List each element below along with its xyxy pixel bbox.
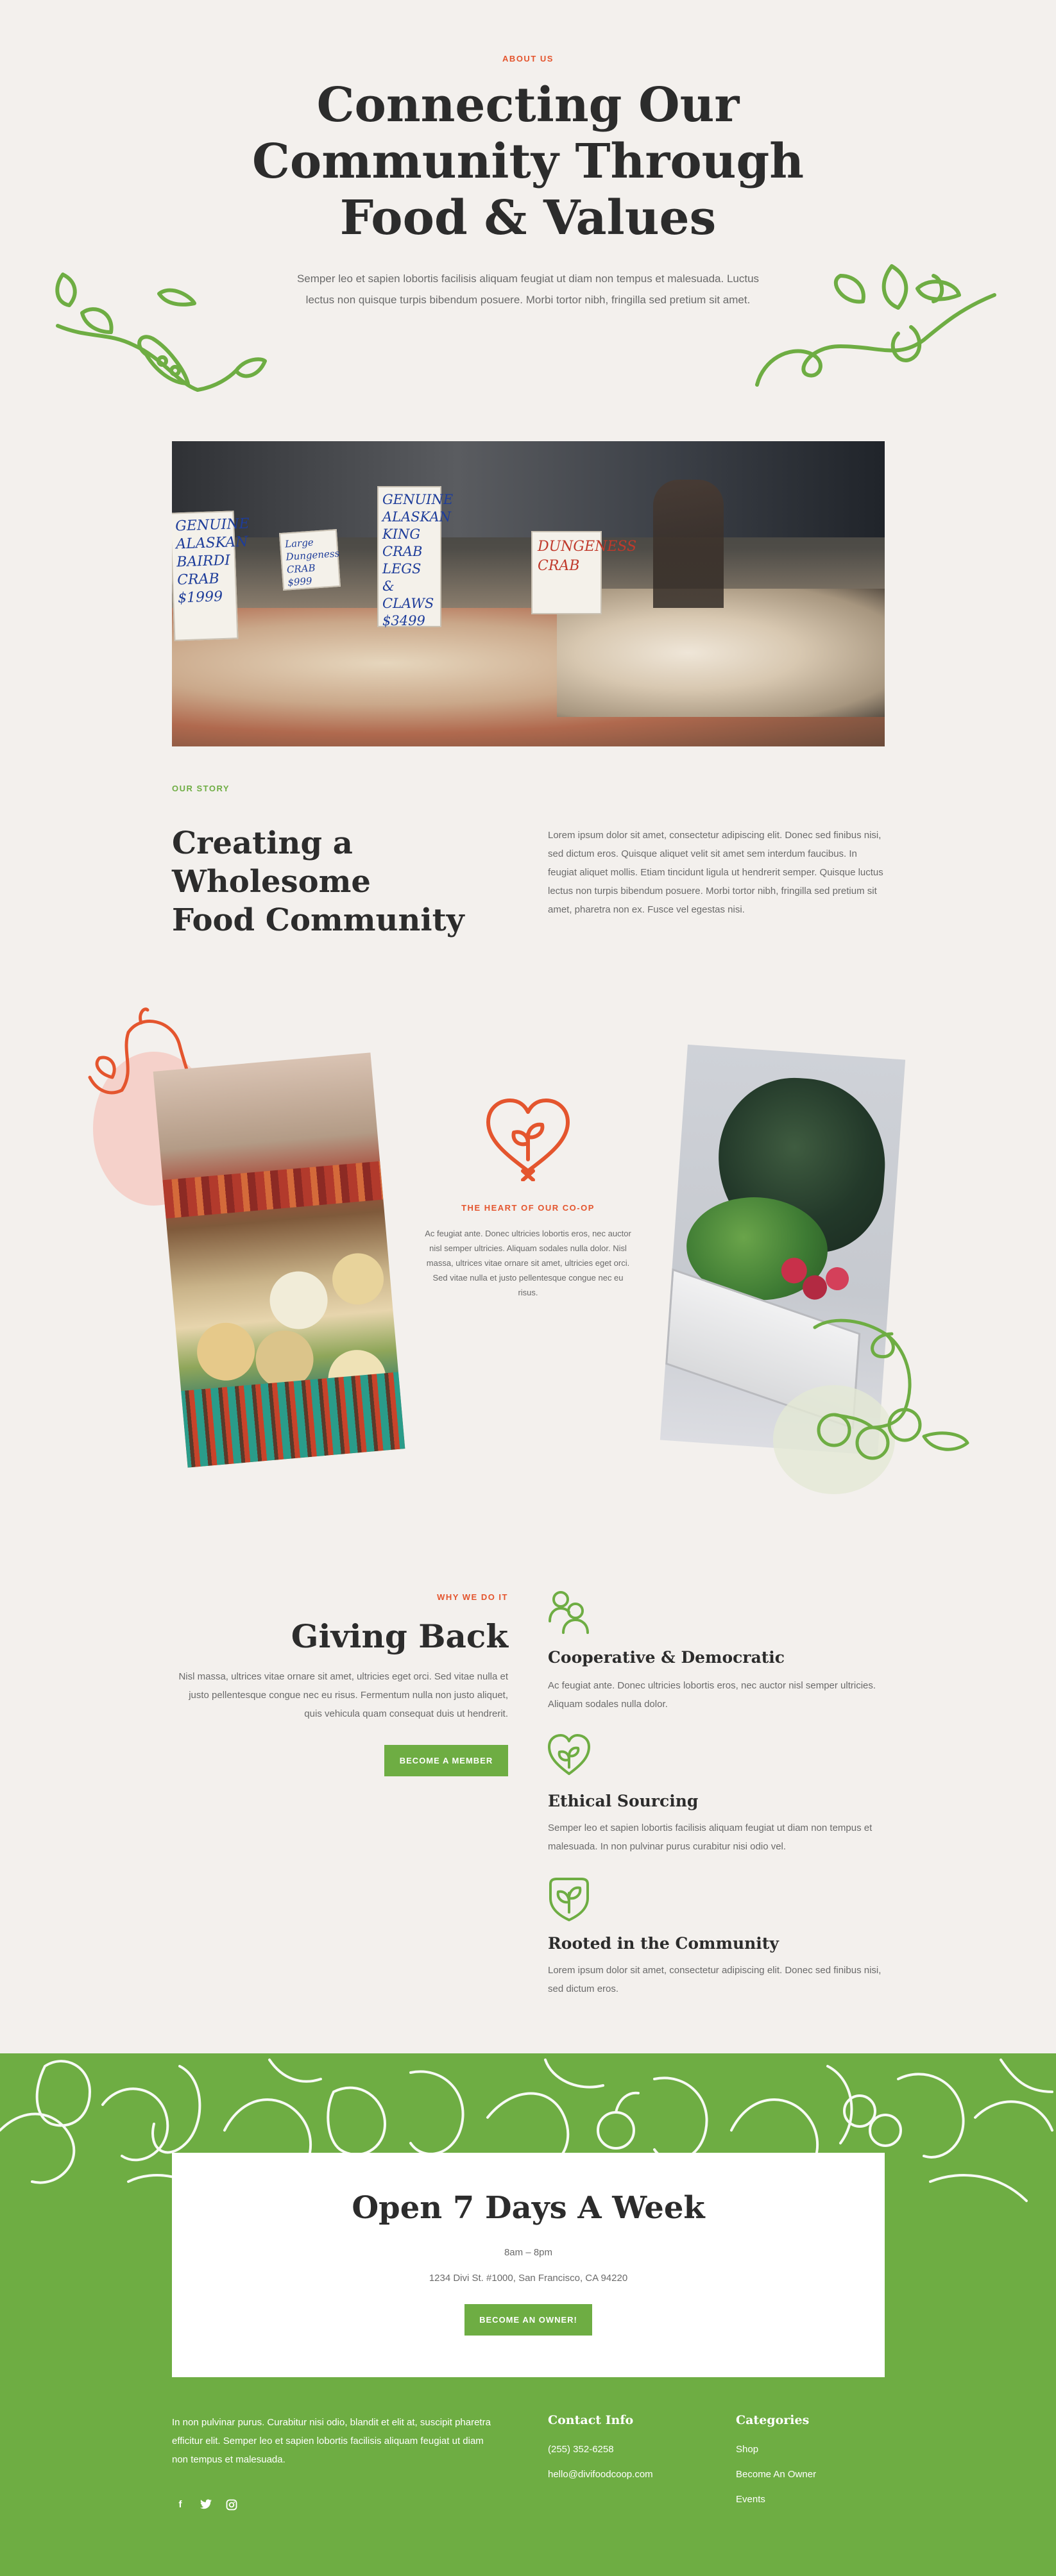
story-title: Creating a Wholesome Food Community [172, 824, 531, 939]
sign-bairdi: GENUINE ALASKAN BAIRDI CRAB $1999 [175, 516, 250, 607]
twitter-icon[interactable] [200, 2499, 212, 2509]
story-eyebrow: OUR STORY [172, 784, 230, 793]
heart-eyebrow: THE HEART OF OUR CO-OP [461, 1203, 595, 1213]
instagram-icon[interactable] [226, 2499, 237, 2511]
become-member-button[interactable]: BECOME A MEMBER [384, 1745, 508, 1776]
feature-text-cooperative: Ac feugiat ante. Donec ultricies loborti… [548, 1680, 876, 1710]
footer-section: Open 7 Days A Week 8am – 8pm 1234 Divi S… [0, 2053, 1056, 2576]
story-text: Lorem ipsum dolor sit amet, consectetur … [548, 830, 883, 915]
giving-eyebrow: WHY WE DO IT [437, 1592, 508, 1602]
produce-photo [153, 1052, 405, 1468]
hero-title: Connecting Our Community Through Food & … [0, 77, 1056, 246]
sign-dungeness: DUNGENESS CRAB [538, 539, 637, 574]
people-icon [549, 1591, 589, 1634]
feature-text-ethical: Semper leo et sapien lobortis facilisis … [548, 1823, 873, 1852]
hours-title: Open 7 Days A Week [352, 2190, 705, 2226]
contact-phone[interactable]: (255) 352-6258 [548, 2444, 653, 2455]
giving-text: Nisl massa, ultrices vitae ornare sit am… [178, 1671, 508, 1719]
feature-title-ethical: Ethical Sourcing [548, 1792, 699, 1810]
category-link-become-owner[interactable]: Become An Owner [736, 2469, 816, 2480]
facebook-icon[interactable]: f [175, 2499, 186, 2511]
category-link-shop[interactable]: Shop [736, 2444, 816, 2455]
hero-title-line2: Community Through [251, 134, 805, 189]
contact-email[interactable]: hello@divifoodcoop.com [548, 2469, 653, 2480]
social-links: f [175, 2499, 237, 2511]
hero-title-line3: Food & Values [339, 190, 717, 246]
footer-about-text: In non pulvinar purus. Curabitur nisi od… [172, 2417, 491, 2465]
story-title-line2: Food Community [172, 902, 464, 938]
categories-title: Categories [736, 2413, 810, 2427]
feature-text-rooted: Lorem ipsum dolor sit amet, consectetur … [548, 1965, 881, 1994]
giving-title: Giving Back [291, 1617, 508, 1655]
become-owner-button[interactable]: BECOME AN OWNER! [464, 2304, 592, 2336]
heart-leaf-icon [548, 1734, 590, 1775]
contact-title: Contact Info [548, 2413, 634, 2427]
cherry-illustration [773, 1318, 969, 1494]
contact-list: (255) 352-6258 hello@divifoodcoop.com [548, 2444, 653, 2494]
sign-dungeness-small: Large Dungeness CRAB $999 [284, 536, 340, 589]
vine-left-illustration [55, 273, 267, 392]
category-link-events[interactable]: Events [736, 2494, 816, 2505]
hours-address: 1234 Divi St. #1000, San Francisco, CA 9… [429, 2273, 628, 2284]
hero-eyebrow: ABOUT US [502, 54, 554, 63]
feature-title-rooted: Rooted in the Community [548, 1934, 779, 1953]
hours-time: 8am – 8pm [504, 2247, 553, 2258]
heart-text: Ac feugiat ante. Donec ultricies loborti… [425, 1229, 631, 1297]
hours-card: Open 7 Days A Week 8am – 8pm 1234 Divi S… [172, 2153, 885, 2377]
leaf-shield-icon [549, 1878, 589, 1921]
categories-list: Shop Become An Owner Events [736, 2444, 816, 2519]
hero-text: Semper leo et sapien lobortis facilisis … [296, 273, 760, 306]
hero-title-line1: Connecting Our [316, 78, 740, 133]
heart-logo-icon [486, 1099, 570, 1181]
vine-right-illustration [755, 264, 996, 387]
market-photo: GENUINE ALASKAN BAIRDI CRAB $1999 Large … [172, 441, 885, 746]
feature-title-cooperative: Cooperative & Democratic [548, 1648, 785, 1667]
story-title-line1: Creating a Wholesome [172, 825, 371, 900]
